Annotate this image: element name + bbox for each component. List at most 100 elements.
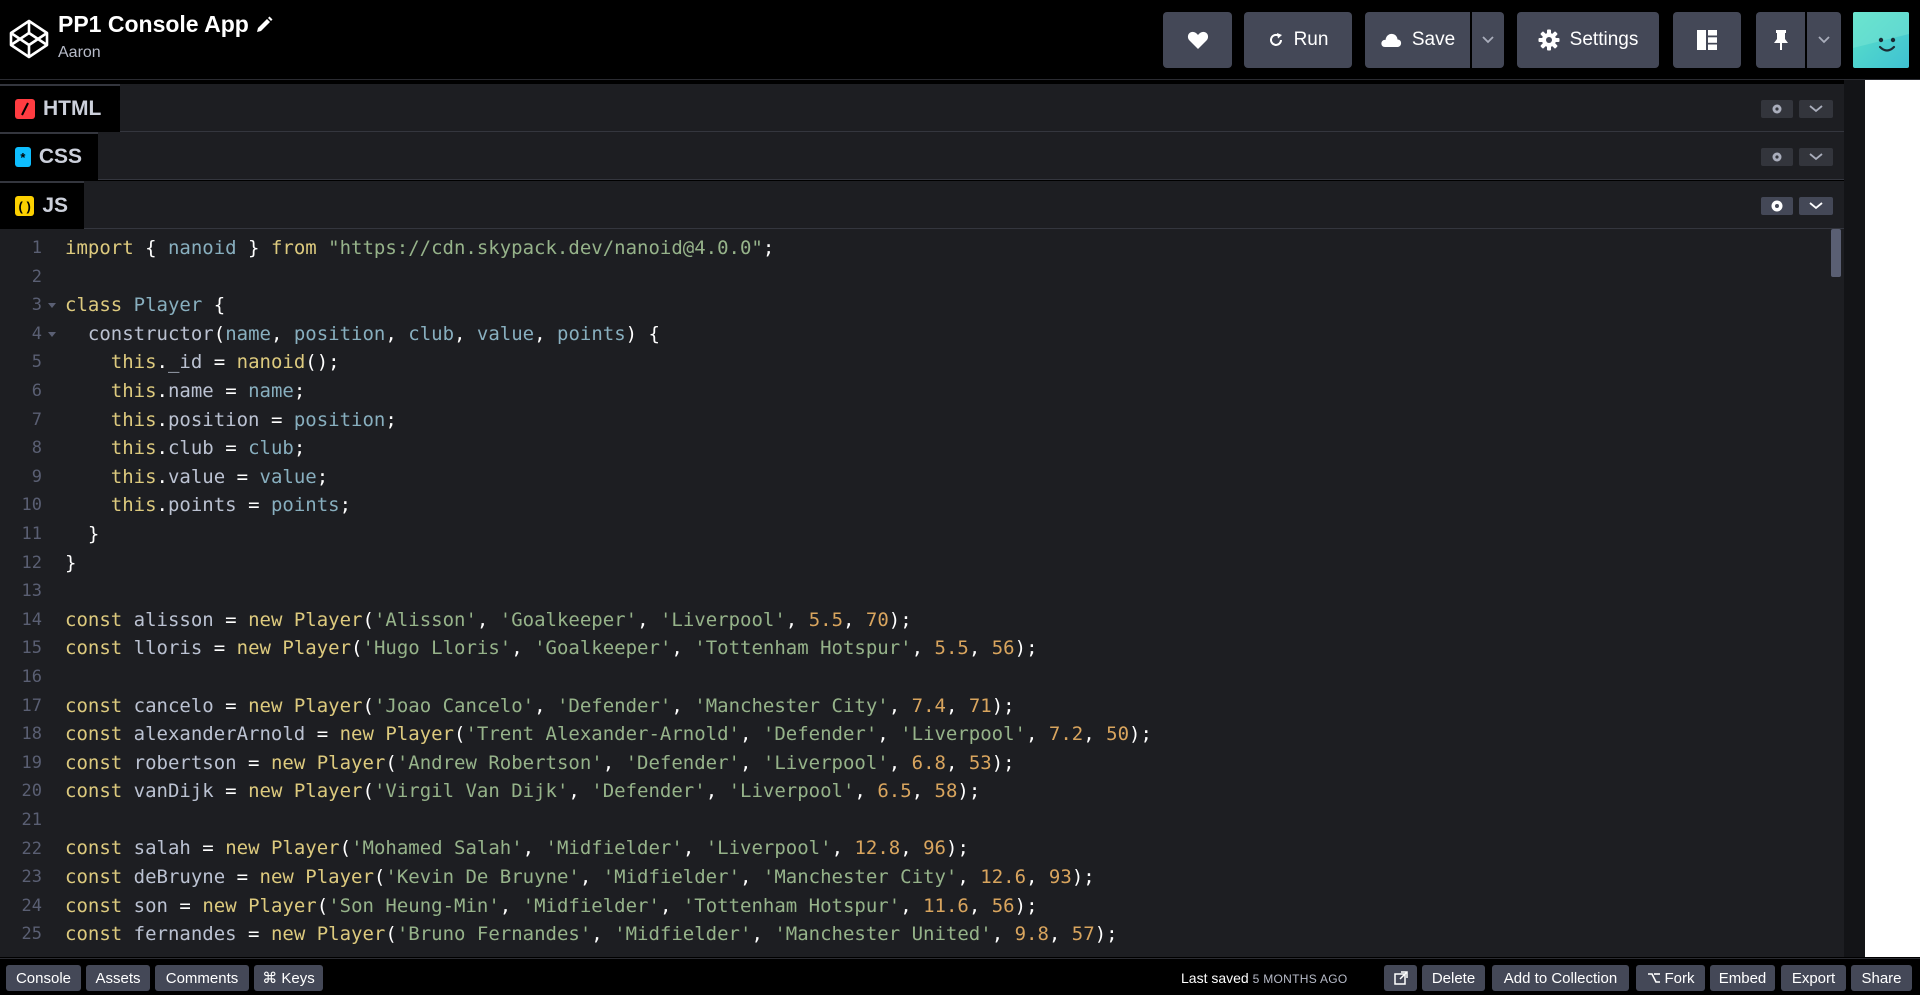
code-token: ,	[671, 694, 695, 717]
pencil-icon[interactable]	[254, 15, 274, 35]
codepen-logo-icon[interactable]	[8, 18, 50, 60]
code-token: const	[65, 866, 123, 889]
code-token: =	[202, 351, 237, 374]
code-token: ,	[579, 866, 603, 889]
code-token: =	[213, 780, 249, 803]
fold-arrow-icon[interactable]	[48, 303, 56, 309]
line-number: 16	[21, 667, 42, 687]
author-name[interactable]: Aaron	[58, 44, 101, 62]
code-token: Player	[385, 723, 454, 746]
embed-button[interactable]: Embed	[1710, 965, 1775, 991]
chevron-down-icon	[1809, 105, 1823, 113]
user-avatar[interactable]	[1853, 12, 1909, 68]
scrollbar-thumb[interactable]	[1831, 229, 1841, 277]
code-token: club	[167, 437, 214, 460]
line-number: 9	[31, 466, 42, 487]
fold-arrow-icon[interactable]	[48, 331, 56, 337]
code-token: =	[202, 637, 237, 660]
code-token: new	[259, 866, 294, 889]
console-button[interactable]: Console	[6, 965, 81, 991]
code-token: );	[1014, 637, 1038, 660]
code-token: import	[65, 237, 134, 259]
code-token: _id	[167, 351, 203, 374]
code-token: 12.8	[854, 837, 901, 860]
code-token: new	[248, 694, 283, 717]
code-token: ,	[991, 923, 1015, 946]
code-token: 'Liverpool'	[659, 608, 786, 631]
love-button[interactable]	[1163, 12, 1232, 68]
settings-button[interactable]: Settings	[1517, 12, 1659, 68]
fork-button[interactable]: Fork	[1636, 965, 1705, 991]
editor-scrollbar[interactable]	[1830, 229, 1844, 957]
code-token: ;	[293, 379, 306, 402]
run-button[interactable]: Run	[1244, 12, 1352, 68]
code-token: ,	[945, 751, 969, 774]
code-token: ,	[888, 751, 912, 774]
line-number: 13	[21, 581, 42, 602]
html-panel-tab[interactable]: HTML	[0, 84, 120, 132]
html-collapse-button[interactable]	[1799, 100, 1833, 118]
delete-button[interactable]: Delete	[1422, 965, 1485, 991]
code-token: ,	[957, 866, 981, 889]
code-token: club	[408, 322, 455, 345]
code-token: position	[293, 408, 386, 431]
code-content[interactable]: import { nanoid } from "https://cdn.skyp…	[65, 234, 1152, 949]
pin-button[interactable]	[1756, 12, 1805, 68]
code-token: 71	[968, 694, 992, 717]
code-token: this	[110, 465, 157, 488]
code-token: ,	[740, 866, 763, 889]
share-button[interactable]: Share	[1851, 965, 1912, 991]
assets-button[interactable]: Assets	[86, 965, 150, 991]
pen-title[interactable]: PP1 Console App	[58, 11, 249, 38]
open-external-button[interactable]	[1384, 965, 1417, 991]
code-token: const	[65, 751, 123, 774]
code-token: ;	[293, 437, 306, 460]
code-line: const vanDijk = new Player('Virgil Van D…	[65, 777, 1152, 806]
html-settings-button[interactable]	[1761, 100, 1793, 118]
js-panel-tab[interactable]: ( ) JS	[0, 181, 84, 229]
code-token: 'Liverpool'	[728, 780, 855, 803]
save-button[interactable]: Save	[1365, 12, 1470, 68]
code-token: 'Midfielder'	[522, 894, 660, 917]
code-token: son	[133, 894, 168, 917]
code-token: ;	[385, 408, 397, 431]
keys-button[interactable]: ⌘ Keys	[254, 965, 323, 991]
change-view-button[interactable]	[1673, 12, 1741, 68]
code-token: const	[65, 837, 123, 860]
code-token: .	[156, 437, 168, 460]
code-token: ) {	[625, 322, 660, 345]
code-token: constructor	[87, 322, 214, 345]
export-button[interactable]: Export	[1781, 965, 1846, 991]
js-collapse-button[interactable]	[1799, 197, 1833, 215]
css-settings-button[interactable]	[1761, 148, 1793, 166]
fork-icon	[1647, 973, 1660, 983]
js-code-editor[interactable]: 1 2 3 4 5 6 7 8 9 10 11 12 13 14 15 16 17 18 19 20 21 22 23 24 2…	[0, 229, 1844, 957]
cloud-icon	[1381, 33, 1401, 47]
css-panel-tab[interactable]: * CSS	[0, 132, 98, 180]
resize-gutter[interactable]	[1844, 80, 1865, 957]
comments-button[interactable]: Comments	[155, 965, 249, 991]
css-collapse-button[interactable]	[1799, 148, 1833, 166]
code-token: (	[362, 608, 374, 631]
code-token: =	[213, 694, 249, 717]
code-token: (	[351, 637, 363, 660]
code-token: ,	[602, 751, 626, 774]
js-settings-button[interactable]	[1761, 197, 1793, 215]
code-token: =	[213, 608, 249, 631]
pin-dropdown-button[interactable]	[1807, 12, 1841, 68]
add-to-collection-button[interactable]: Add to Collection	[1492, 965, 1629, 991]
code-token: 53	[968, 751, 992, 774]
save-dropdown-button[interactable]	[1472, 12, 1504, 68]
code-token: );	[1094, 923, 1118, 946]
code-token: ,	[900, 894, 924, 917]
code-token: 'Alisson'	[373, 608, 477, 631]
